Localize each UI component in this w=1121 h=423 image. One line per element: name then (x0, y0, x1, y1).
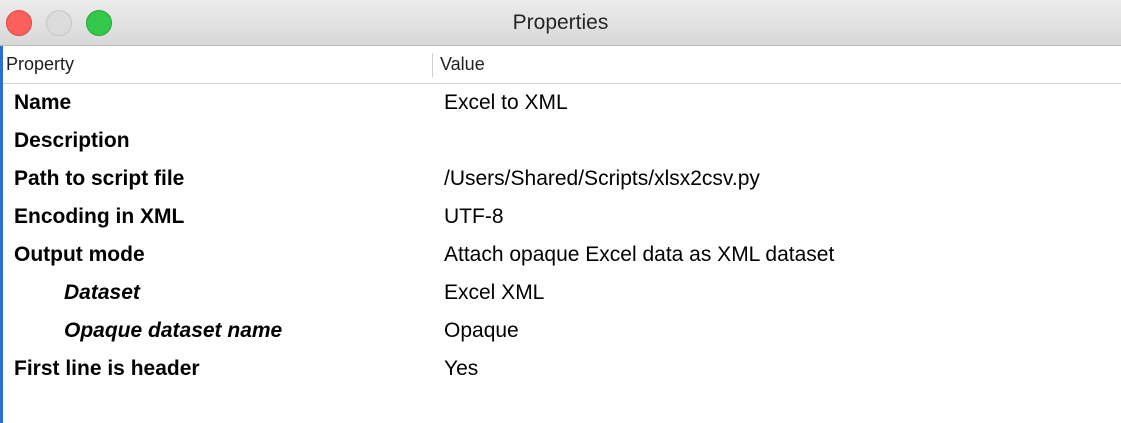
table-header: Property Value (3, 46, 1121, 84)
property-value[interactable]: Yes (444, 350, 478, 388)
property-value[interactable]: /Users/Shared/Scripts/xlsx2csv.py (444, 160, 760, 198)
property-name: Description (14, 129, 130, 152)
column-header-value[interactable]: Value (440, 46, 485, 83)
column-divider[interactable] (432, 53, 433, 77)
window-title: Properties (512, 11, 609, 34)
table-row[interactable]: First line is header Yes (3, 350, 1121, 388)
property-name: First line is header (14, 357, 200, 380)
table-row[interactable]: Encoding in XML UTF-8 (3, 198, 1121, 236)
property-name: Path to script file (14, 167, 185, 190)
property-name: Dataset (64, 281, 140, 304)
table-row[interactable]: Name Excel to XML (3, 84, 1121, 122)
property-name: Encoding in XML (14, 205, 185, 228)
property-value[interactable]: UTF-8 (444, 198, 504, 236)
table-row[interactable]: Description (3, 122, 1121, 160)
properties-table: Name Excel to XML Description Path to sc… (3, 84, 1121, 388)
property-name: Name (14, 91, 72, 114)
table-row[interactable]: Path to script file /Users/Shared/Script… (3, 160, 1121, 198)
property-value[interactable]: Attach opaque Excel data as XML dataset (444, 236, 834, 274)
property-name: Opaque dataset name (64, 319, 283, 342)
property-name: Output mode (14, 243, 145, 266)
title-bar[interactable]: Properties (0, 0, 1121, 46)
property-value[interactable]: Opaque (444, 312, 519, 350)
table-row[interactable]: Opaque dataset name Opaque (3, 312, 1121, 350)
table-row[interactable]: Output mode Attach opaque Excel data as … (3, 236, 1121, 274)
table-row[interactable]: Dataset Excel XML (3, 274, 1121, 312)
properties-window: Properties Property Value Name Excel to … (0, 0, 1121, 423)
property-value[interactable]: Excel to XML (444, 84, 568, 122)
column-header-property[interactable]: Property (6, 46, 74, 83)
property-value[interactable]: Excel XML (444, 274, 544, 312)
